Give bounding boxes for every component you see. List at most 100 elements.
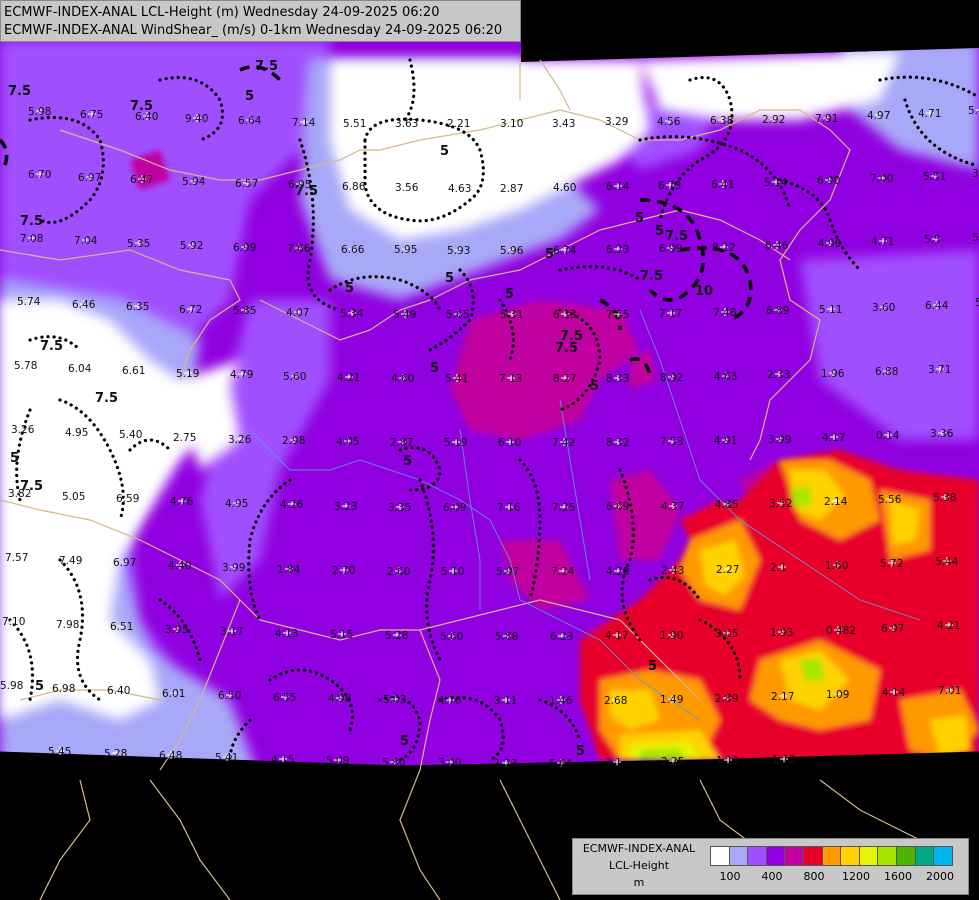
- legend-tick-label: 100: [719, 870, 741, 883]
- grid-point: 7.00: [870, 173, 893, 185]
- grid-point-value: 3.43: [552, 118, 575, 130]
- grid-point-value: 6.46: [72, 299, 96, 311]
- grid-point: 6.47: [130, 174, 153, 186]
- grid-point-value: 4.63: [448, 183, 471, 195]
- grid-point: 6.44: [925, 300, 949, 312]
- grid-point: 7.04: [74, 235, 98, 247]
- grid-point: 4.95: [65, 427, 88, 439]
- grid-point: 2.87: [500, 183, 523, 195]
- contour-label: 7.5: [665, 229, 688, 244]
- grid-point-value: 5.94: [182, 176, 206, 188]
- grid-point-value: 5.51: [923, 171, 946, 183]
- grid-point: 4.14: [882, 687, 906, 699]
- grid-point: 2.87: [390, 437, 413, 449]
- grid-point: 8.33: [606, 373, 629, 385]
- grid-point: 4.07: [286, 307, 309, 319]
- grid-point: 6.59: [116, 493, 139, 505]
- grid-point: 7.66: [287, 243, 311, 255]
- grid-point-value: 5.51: [343, 118, 366, 130]
- grid-point: 3.26: [228, 434, 252, 446]
- legend-swatch: [765, 846, 786, 866]
- grid-point-value: 5.96: [500, 245, 524, 257]
- grid-point: 2.33: [767, 369, 790, 381]
- grid-point-value: 2.89: [715, 693, 738, 705]
- grid-point-value: 4.60: [553, 182, 576, 194]
- grid-point-value: 5.31: [500, 309, 523, 321]
- grid-point-value: 1.84: [277, 564, 301, 576]
- grid-point: 5.35: [127, 238, 150, 250]
- grid-point: 3.82: [8, 488, 31, 500]
- contour-label: 7.5: [555, 341, 578, 356]
- grid-point: 2.75: [173, 432, 196, 444]
- contour-label: 7.5: [640, 269, 663, 284]
- grid-point-value: 6.99: [233, 242, 256, 254]
- grid-point-value: 5.92: [180, 240, 203, 252]
- grid-point-value: 5.10: [441, 566, 464, 578]
- grid-point: 4.21: [337, 372, 360, 384]
- grid-point: 5.60: [440, 631, 463, 643]
- grid-point: 6.97: [78, 172, 101, 184]
- grid-point: 5.74: [17, 296, 41, 308]
- grid-point: 5.15: [330, 629, 353, 641]
- grid-point-value: 6.46: [765, 240, 789, 252]
- grid-point-value: 2.33: [767, 369, 790, 381]
- grid-point: 5.95: [975, 297, 979, 309]
- grid-point-value: 6.64: [238, 115, 262, 127]
- legend-swatch: [933, 846, 954, 866]
- grid-point-value: 7.57: [5, 552, 28, 564]
- grid-point: 3.29: [605, 116, 628, 128]
- grid-point-value: 4.95: [65, 427, 88, 439]
- grid-point-value: 2.60: [387, 566, 410, 578]
- grid-point-value: 5.65: [446, 309, 469, 321]
- grid-point: 2.43: [661, 565, 684, 577]
- grid-point-value: 9.40: [185, 113, 208, 125]
- grid-point-value: 2.75: [173, 432, 196, 444]
- grid-point-value: 5.28: [104, 748, 127, 760]
- grid-point-value: 3.26: [11, 424, 35, 436]
- grid-point: 5.14: [764, 177, 788, 189]
- grid-point: 6.33: [553, 309, 576, 321]
- grid-point-value: 6.97: [78, 172, 101, 184]
- grid-point: 8.92: [660, 372, 683, 384]
- grid-point-value: 7.42: [552, 437, 575, 449]
- header-title-line1: ECMWF-INDEX-ANAL LCL-Height (m) Wednesda…: [4, 5, 440, 20]
- grid-point-value: 3.11: [494, 695, 517, 707]
- grid-point: 5.10: [441, 566, 464, 578]
- grid-point: 2.17: [771, 691, 794, 703]
- grid-point: 2.60: [387, 566, 410, 578]
- grid-point: 6.97: [113, 557, 136, 569]
- grid-point-value: 5.03: [383, 694, 406, 706]
- grid-point-value: 6.40: [107, 685, 130, 697]
- grid-point-value: 5.97: [496, 566, 519, 578]
- legend-tick-label: 1200: [842, 870, 870, 883]
- legend-swatch: [784, 846, 805, 866]
- grid-point: 7.91: [815, 113, 838, 125]
- grid-point: 7.48: [713, 307, 736, 319]
- grid-point-value: 4.91: [714, 435, 737, 447]
- grid-point-value: 5.5: [924, 234, 941, 246]
- grid-point: 5.03: [383, 694, 406, 706]
- grid-point-value: 8.32: [606, 437, 629, 449]
- grid-point: 3.23: [334, 501, 357, 513]
- grid-point-value: 3.05: [715, 628, 738, 640]
- grid-point-value: 4.76: [170, 496, 194, 508]
- grid-point: 7.24: [551, 566, 575, 578]
- grid-point: 7.42: [552, 437, 575, 449]
- grid-point: 8.32: [606, 437, 629, 449]
- grid-point: 5.34: [340, 308, 364, 320]
- grid-point: 6.35: [126, 301, 149, 313]
- grid-point-value: 3.56: [395, 182, 419, 194]
- grid-point-value: 5.19: [444, 437, 467, 449]
- grid-point-value: 5.45: [48, 746, 71, 758]
- grid-point: 3.52: [769, 498, 792, 510]
- grid-point-value: 4.85: [715, 499, 738, 511]
- grid-point-value: 2.21: [447, 118, 470, 130]
- grid-point: 2.14: [824, 496, 848, 508]
- grid-point-value: 2.87: [390, 437, 413, 449]
- grid-point-value: 7.14: [292, 117, 316, 129]
- grid-point: 6.88: [875, 366, 898, 378]
- grid-point-value: 5.88: [495, 631, 518, 643]
- contour-label: 5: [403, 454, 412, 469]
- grid-point: 5.98: [0, 680, 23, 692]
- grid-point: 4.37: [661, 501, 684, 513]
